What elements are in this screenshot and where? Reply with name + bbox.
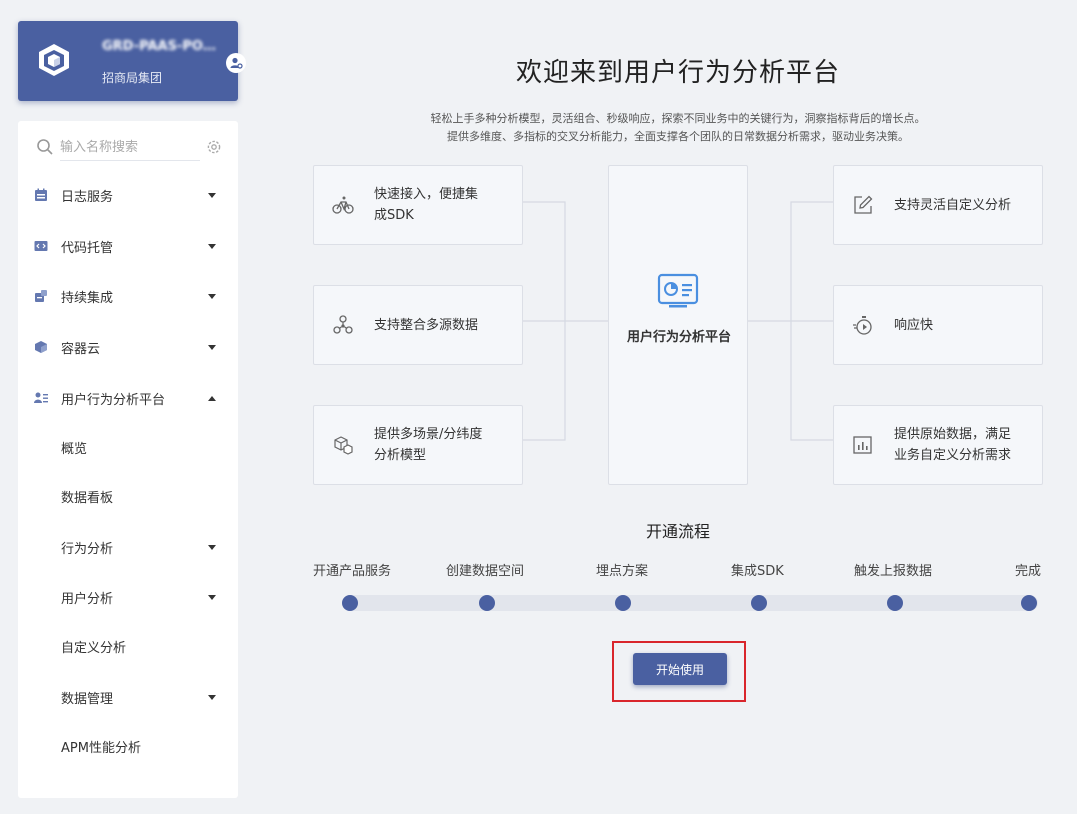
edit-icon (854, 195, 873, 214)
center-label: 用户行为分析平台 (626, 330, 731, 345)
sidebar-subitem-label: 用户分析 (61, 591, 114, 607)
search-icon (37, 139, 53, 155)
chevron-up-icon (208, 396, 216, 401)
sidebar-item-container-cloud[interactable]: 容器云 (18, 329, 238, 365)
intro-line: 提供多维度、多指标的交叉分析能力，全面支撑各个团队的日常数据分析需求，驱动业务决… (447, 130, 909, 143)
chevron-down-icon (208, 595, 216, 600)
sidebar-item-label: 日志服务 (61, 189, 114, 205)
feature-line: 分析模型 (374, 448, 427, 463)
feature-card-fast: 响应快 (833, 285, 1043, 365)
feature-text: 提供原始数据，满足 业务自定义分析需求 (894, 406, 1034, 484)
feature-text: 提供多场景/分纬度 分析模型 (374, 406, 514, 484)
feature-text: 支持整合多源数据 (374, 286, 514, 364)
sidebar-subitem-label: 数据管理 (61, 691, 114, 707)
flow-step-label: 埋点方案 (596, 564, 649, 579)
chevron-down-icon (208, 294, 216, 299)
calendar-icon (35, 188, 47, 201)
chevron-down-icon (208, 193, 216, 198)
sidebar-subitem-label: 数据看板 (61, 490, 114, 506)
chevron-down-icon (208, 545, 216, 550)
feature-line: 提供多场景/分纬度 (374, 427, 483, 442)
stopwatch-icon (853, 316, 872, 335)
feature-text: 响应快 (894, 286, 1034, 364)
bicycle-icon (332, 196, 354, 214)
cube-icon (35, 341, 47, 353)
feature-line: 快速接入，便捷集 (374, 187, 479, 202)
sidebar-item-label: 持续集成 (61, 290, 114, 306)
project-name: GRD-PAAS-PO… (102, 39, 216, 54)
flow-step-dot (1021, 595, 1037, 611)
cube-logo-icon (39, 44, 69, 76)
flow-title: 开通流程 (645, 522, 710, 541)
sidebar-subitem-label: 行为分析 (61, 541, 114, 557)
sidebar-item-user-behavior[interactable]: 用户行为分析平台 (18, 380, 238, 416)
flow-track (342, 595, 1038, 611)
sidebar-subitem-apm[interactable]: APM性能分析 (18, 728, 238, 764)
nodes-icon (333, 315, 353, 334)
feature-line: 成SDK (374, 208, 414, 223)
feature-card-multisource: 支持整合多源数据 (313, 285, 523, 365)
search-input[interactable] (60, 135, 200, 161)
sidebar-subitem-data-management[interactable]: 数据管理 (18, 679, 238, 715)
bar-chart-icon (853, 436, 872, 454)
sidebar-item-label: 用户行为分析平台 (61, 392, 166, 408)
flow-step-dot (751, 595, 767, 611)
sidebar-subitem-label: 自定义分析 (61, 640, 127, 656)
feature-line: 业务自定义分析需求 (894, 448, 1012, 463)
project-org: 招商局集团 (102, 71, 163, 85)
sidebar-subitem-dashboard[interactable]: 数据看板 (18, 478, 238, 514)
chevron-down-icon (208, 244, 216, 249)
flow-step-label: 完成 (1015, 564, 1042, 579)
feature-card-sdk: 快速接入，便捷集 成SDK (313, 165, 523, 245)
sidebar-subitem-overview[interactable]: 概览 (18, 429, 238, 465)
flow-step-dot (479, 595, 495, 611)
feature-text: 支持灵活自定义分析 (894, 166, 1034, 244)
cubes-icon (334, 436, 353, 455)
flow-step-label: 开通产品服务 (313, 564, 392, 579)
dashboard-icon (657, 273, 699, 308)
sidebar-item-label: 容器云 (61, 341, 101, 357)
user-list-icon (34, 392, 48, 403)
sidebar-item-label: 代码托管 (61, 240, 114, 256)
user-settings-icon[interactable] (226, 53, 246, 73)
flow-step-label: 触发上报数据 (854, 564, 933, 579)
sidebar-subitem-custom-analysis[interactable]: 自定义分析 (18, 628, 238, 664)
flow-step-dot (887, 595, 903, 611)
sidebar: 日志服务 代码托管 持续集成 容器云 (18, 121, 238, 798)
start-button[interactable]: 开始使用 (633, 653, 727, 685)
feature-card-models: 提供多场景/分纬度 分析模型 (313, 405, 523, 485)
project-card[interactable]: GRD-PAAS-PO… 招商局集团 (18, 21, 246, 101)
feature-line: 支持灵活自定义分析 (894, 197, 1012, 213)
sidebar-subitem-user-analysis[interactable]: 用户分析 (18, 579, 238, 615)
feature-line: 响应快 (894, 317, 934, 333)
chevron-down-icon (208, 695, 216, 700)
feature-line: 支持整合多源数据 (374, 317, 479, 333)
sidebar-subitem-behavior-analysis[interactable]: 行为分析 (18, 529, 238, 565)
feature-card-custom: 支持灵活自定义分析 (833, 165, 1043, 245)
feature-text: 快速接入，便捷集 成SDK (374, 166, 514, 244)
page-title: 欢迎来到用户行为分析平台 (515, 58, 840, 88)
flow-step-dot (615, 595, 631, 611)
chevron-down-icon (208, 345, 216, 350)
search-row (34, 133, 224, 163)
intro-line: 轻松上手多种分析模型，灵活组合、秒级响应，探索不同业务中的关键行为，洞察指标背后… (430, 112, 926, 125)
gear-icon[interactable] (206, 139, 222, 155)
sidebar-item-code-hosting[interactable]: 代码托管 (18, 228, 238, 264)
sidebar-subitem-label: 概览 (61, 441, 88, 457)
code-icon (34, 241, 48, 251)
sidebar-item-ci[interactable]: 持续集成 (18, 278, 238, 314)
sidebar-subitem-label: APM性能分析 (61, 740, 141, 756)
build-icon (35, 290, 47, 302)
flow-step-dot (342, 595, 358, 611)
intro-text: 轻松上手多种分析模型，灵活组合、秒级响应，探索不同业务中的关键行为，洞察指标背后… (298, 110, 1058, 146)
flow-step-label: 创建数据空间 (446, 564, 525, 579)
feature-line: 提供原始数据，满足 (894, 427, 1012, 442)
feature-card-raw-data: 提供原始数据，满足 业务自定义分析需求 (833, 405, 1043, 485)
sidebar-item-log-service[interactable]: 日志服务 (18, 177, 238, 213)
flow-step-label: 集成SDK (731, 564, 784, 579)
platform-center-card: 用户行为分析平台 (608, 165, 748, 485)
